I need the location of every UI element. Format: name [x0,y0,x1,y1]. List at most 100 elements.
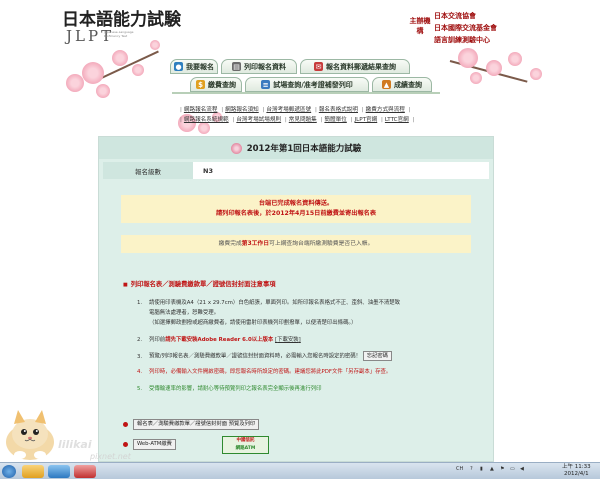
atm-logo-text: 中國信託 [236,438,255,443]
step-text: 電腦無法處理者，恕難受理。 [149,310,220,316]
download-install-link[interactable]: [下載安裝] [275,337,301,343]
tab-exam-room-query[interactable]: ≡ 試場查詢/准考證補發列印 [245,77,369,92]
tab-print-registration[interactable]: ▤ 列印報名資料 [221,59,297,74]
step-1-continued: 電腦無法處理者，恕難受理。 [137,309,467,318]
explorer-taskbar-icon[interactable] [22,465,44,478]
organizer-list: 日本交流協會 日本國際交流基金會 語言訓練測驗中心 [434,10,497,46]
link-item[interactable]: 網路報名流程 [184,107,218,113]
link-item[interactable]: 報名表格式說明 [319,107,358,113]
tab-mail-result[interactable]: ✉ 報名資料郵遞結果查詢 [300,59,410,74]
blossom-decoration [486,60,502,76]
ctbc-atm-logo[interactable]: 中國信託 網路ATM [222,436,269,454]
chart-icon: ▲ [382,80,391,89]
tab-score-query[interactable]: ▲ 成績查詢 [372,77,432,92]
organizer-item: 日本交流協會 [434,12,476,20]
tray-monitor-icon[interactable]: ▭ [510,466,515,472]
link-item[interactable]: 網路報名須知 [225,107,259,113]
forgot-password-button[interactable]: 忘記密碼 [362,351,392,361]
browser-taskbar-icon[interactable] [48,465,70,478]
flower-icon [230,142,242,154]
tray-help-icon[interactable]: ? [470,466,473,472]
tab-label: 試場查詢/准考證補發列印 [273,80,353,89]
link-item[interactable]: 台灣考場試場規則 [236,117,281,123]
list-icon: ≡ [261,80,271,89]
blossom-decoration [508,52,522,66]
step-text: 列印前 [149,337,166,343]
payment-notice-text: 可上網查詢台端所繳測驗費是否已入帳。 [269,241,374,247]
clock-date: 2012/4/1 [563,471,589,477]
links-row-2: | 網路報名系統規範 | 台灣考場試場規則 | 常見問題集 | 簡體單位 | JLPT官網… [180,117,415,123]
step-1: 1. 請使用印表機及A4（21 x 29.7cm）白色紙張，單面列印。如所印報名表… [137,300,401,306]
blossom-decoration [132,64,144,76]
registration-panel: 2012年第1回日本語能力試驗 報名級數 N3 台端已完成報名資料傳送。 請列印… [98,136,494,462]
link-item[interactable]: 繳費方式與流程 [366,107,405,113]
panel-title-bar: 2012年第1回日本語能力試驗 [99,137,493,159]
blossom-decoration [112,50,128,66]
person-icon: ● [174,62,183,71]
notice-line: 請列印報名表後，於2012年4月15日前繳費並寄出報名表 [215,210,377,217]
level-row: 報名級數 N3 [103,162,489,179]
links-row-1: | 網路報名流程 | 網路報名須知 | 台灣考場郵遞區號 | 報名表格式說明 | 繳費方式… [180,107,411,113]
step-text: （如選擇郵政劃撥或超商繳費者，請使用雷射印表機列印劃撥單，以便清楚印出條碼。） [149,320,357,326]
mail-icon: ✉ [314,62,323,71]
cat-mascot-icon [6,410,54,460]
tab-label: 報名資料郵遞結果查詢 [326,62,396,71]
tab-register[interactable]: ● 我要報名 [170,59,218,74]
payment-notice: 繳費完成第3工作日可上網查詢台端所繳測驗費是否已入帳。 [121,235,471,253]
taskbar-clock[interactable]: 上午 11:33 2012/4/1 [562,464,591,478]
payment-notice-highlight: 第3工作日 [241,241,270,247]
watermark: lilikai [58,438,92,451]
blossom-decoration [82,62,104,84]
link-item[interactable]: 網路報名系統規範 [184,117,229,123]
preview-print-button[interactable]: 報名表／測驗費繳款單／證號信封封面 預覽及列印 [133,419,260,430]
notice-line: 台端已完成報名資料傳送。 [258,200,334,207]
step-text: 請使用印表機及A4（21 x 29.7cm）白色紙張，單面列印。如所印報名表格式… [149,300,401,306]
webatm-payment-button[interactable]: Web-ATM繳費 [133,439,176,450]
start-button-icon[interactable] [2,465,16,478]
step-3: 3. 預覽/列印報名表／測驗費繳款單／證號信封封面資料時，必需輸入您報名時設定的密… [137,351,467,362]
link-item[interactable]: LTTC官網 [385,117,409,123]
printer-icon: ▤ [232,62,241,71]
tray-network-icon[interactable]: ▮ [480,466,483,472]
tray-volume-icon[interactable]: ◀ [520,466,524,472]
clock-time: 上午 11:33 [562,464,591,470]
download-install-label: 下載安裝 [277,337,299,343]
blossom-decoration [96,84,110,98]
tab-payment-query[interactable]: $ 繳費查詢 [190,77,242,92]
tray-flag-icon[interactable]: ⚑ [500,466,504,472]
section-title: 列印報名表／測驗費繳款單／證號信封封面注意事項 [123,279,276,288]
step-text: 列印時，必備輸入文件開啟密碼，即您報名時所設定的密碼。建議您將此PDF文件「另存… [149,369,392,375]
payment-notice-text: 繳費完成 [218,241,242,247]
tab-label: 我要報名 [186,62,214,71]
level-value: N3 [193,162,489,179]
bullet-icon [123,422,128,427]
download-reader-link[interactable]: 請先下載安裝Adobe Reader 6.0以上版本 [165,337,273,343]
atm-logo-text: 網路ATM [235,446,256,451]
step-4: 4. 列印時，必備輸入文件開啟密碼，即您報名時所設定的密碼。建議您將此PDF文件「… [137,369,392,375]
link-item[interactable]: 簡體單位 [324,117,346,123]
link-item[interactable]: 台灣考場郵遞區號 [266,107,311,113]
taskbar: CH ? ▮ ▲ ⚑ ▭ ◀ 上午 11:33 2012/4/1 [0,462,600,479]
panel-title: 2012年第1回日本語能力試驗 [246,144,362,154]
blossom-decoration [470,72,482,84]
tab-label: 成績查詢 [394,80,422,89]
tray-arrow-icon[interactable]: ▲ [490,466,494,472]
blossom-decoration [530,68,542,80]
link-item[interactable]: 常見問題集 [289,117,317,123]
tab-label: 列印報名資料 [244,62,286,71]
level-label: 報名級數 [103,162,193,179]
blossom-decoration [66,74,84,92]
step-2: 2. 列印前請先下載安裝Adobe Reader 6.0以上版本 [下載安裝] [137,337,301,343]
blossom-decoration [150,40,160,50]
tab-label: 繳費查詢 [208,80,236,89]
nav-divider [172,92,440,94]
app-taskbar-icon[interactable] [74,465,96,478]
organizer-item: 日本國際交流基金會 [434,24,497,32]
watermark: pixnet.net [90,452,131,461]
bullet-icon [123,442,128,447]
step-text: 受傳輸速率的影響，請耐心等待預覽列印之報名表完全顯示後再進行列印 [149,386,322,392]
step-text: 預覽/列印報名表／測驗費繳款單／證號信封封面資料時，必需輸入您報名時設定的密碼！ [149,353,362,360]
link-item[interactable]: JLPT官網 [354,117,377,123]
input-language-indicator[interactable]: CH [456,466,463,472]
blossom-decoration [458,48,478,68]
